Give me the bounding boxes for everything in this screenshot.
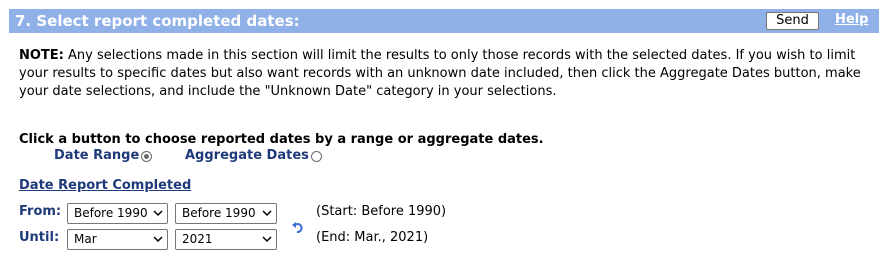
date-range-radio[interactable] (141, 150, 153, 162)
until-year-value: 2021 (182, 232, 213, 246)
note-paragraph: NOTE: Any selections made in this sectio… (19, 47, 879, 101)
aggregate-dates-label: Aggregate Dates (185, 148, 309, 163)
end-summary: (End: Mar., 2021) (316, 230, 429, 245)
date-range-label: Date Range (54, 148, 140, 163)
send-button[interactable]: Send (766, 12, 819, 30)
start-summary: (Start: Before 1990) (316, 204, 447, 219)
section-title: 7. Select report completed dates: (15, 12, 300, 30)
until-month-select[interactable]: Mar (67, 229, 168, 250)
chevron-down-icon (153, 210, 163, 217)
from-year-select[interactable]: Before 1990 (175, 203, 277, 224)
from-year-value: Before 1990 (182, 206, 256, 220)
aggregate-dates-option[interactable]: Aggregate Dates (185, 147, 322, 165)
help-link[interactable]: Help (835, 12, 868, 28)
chevron-down-icon (262, 236, 272, 243)
until-label: Until: (19, 230, 60, 245)
chevron-down-icon (262, 210, 272, 217)
from-label: From: (19, 204, 62, 219)
note-text: Any selections made in this section will… (19, 48, 861, 99)
section-header: 7. Select report completed dates: Send H… (9, 9, 879, 33)
chevron-down-icon (153, 236, 163, 243)
undo-arrow-icon[interactable] (291, 220, 305, 234)
from-month-value: Before 1990 (74, 206, 148, 220)
note-prefix: NOTE: (19, 48, 64, 63)
until-year-select[interactable]: 2021 (175, 229, 277, 250)
from-month-select[interactable]: Before 1990 (67, 203, 168, 224)
aggregate-dates-radio[interactable] (310, 150, 322, 162)
date-range-option[interactable]: Date Range (54, 147, 153, 165)
until-month-value: Mar (74, 232, 97, 246)
date-report-completed-link[interactable]: Date Report Completed (19, 177, 191, 195)
